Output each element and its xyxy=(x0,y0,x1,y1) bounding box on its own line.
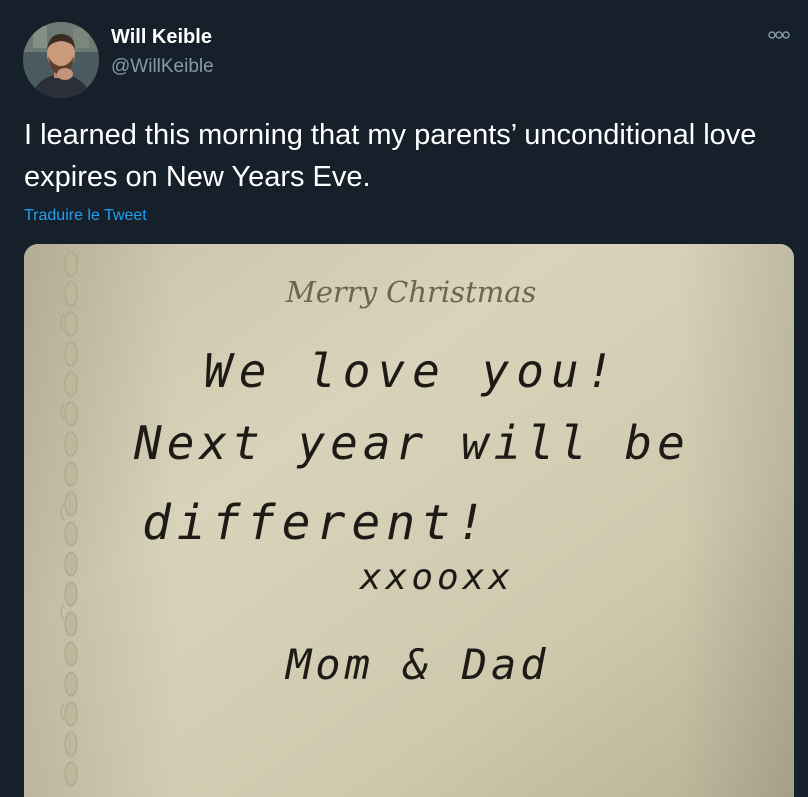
card-heading: Merry Christmas xyxy=(285,275,536,309)
more-options-button[interactable] xyxy=(764,22,794,48)
handwriting-line-3: different! xyxy=(142,495,491,551)
tweet: Will Keible @WillKeible I learned this m… xyxy=(0,0,808,797)
handwriting-line-4: xxooxx xyxy=(358,557,514,598)
card-photo: Merry Christmas We love you! Next year w… xyxy=(24,244,794,797)
avatar[interactable] xyxy=(23,22,99,98)
handwriting-line-5: Mom & Dad xyxy=(284,640,550,689)
more-options-icon xyxy=(768,31,790,39)
translate-tweet-link[interactable]: Traduire le Tweet xyxy=(24,207,147,225)
tweet-photo[interactable]: Merry Christmas We love you! Next year w… xyxy=(24,244,794,797)
handwriting-line-2: Next year will be xyxy=(133,416,690,470)
avatar-photo-icon xyxy=(23,22,99,98)
tweet-text: I learned this morning that my parents’ … xyxy=(24,119,757,193)
author-display-name[interactable]: Will Keible xyxy=(111,26,212,49)
author-handle[interactable]: @WillKeible xyxy=(111,56,214,78)
handwriting-line-1: We love you! xyxy=(204,344,620,398)
